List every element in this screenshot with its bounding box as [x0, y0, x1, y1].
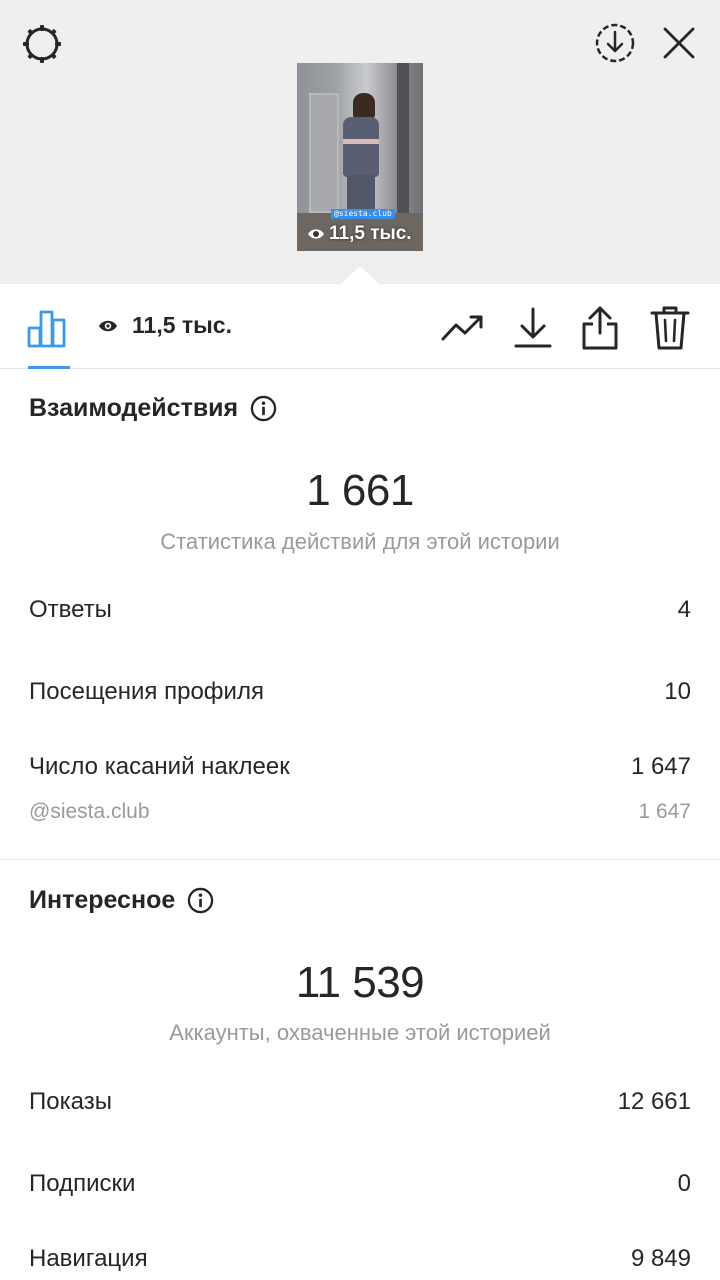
stat-value: 12 661	[617, 1088, 691, 1115]
interactions-title: Взаимодействия	[29, 394, 239, 422]
info-icon[interactable]	[250, 395, 277, 422]
interactions-header: Взаимодействия	[29, 394, 277, 423]
stat-row-navigation: Навигация 9 849	[29, 1245, 691, 1273]
stat-label: Посещения профиля	[29, 678, 264, 705]
thumbnail-view-text: 11,5 тыс.	[329, 223, 412, 244]
stat-label: Ответы	[29, 596, 112, 623]
story-preview-area: @siesta.club 11,5 тыс.	[0, 0, 720, 284]
views-text: 11,5 тыс.	[132, 312, 232, 338]
story-toolbar: 11,5 тыс.	[0, 284, 720, 369]
discovery-title: Интересное	[29, 886, 176, 914]
section-divider	[0, 859, 720, 860]
stat-value: 10	[664, 678, 691, 705]
eye-icon	[308, 229, 324, 239]
stat-row-replies: Ответы 4	[29, 596, 691, 624]
stat-subrow-sticker: @siesta.club 1 647	[29, 800, 691, 824]
discovery-header: Интересное	[29, 886, 214, 915]
stat-subvalue: 1 647	[638, 800, 691, 823]
close-icon[interactable]	[654, 18, 704, 68]
download-circle-icon[interactable]	[590, 18, 640, 68]
stat-label: Показы	[29, 1088, 112, 1115]
discovery-total: 11 539	[295, 958, 425, 1007]
discovery-caption: Аккаунты, охваченные этой историей	[169, 1020, 551, 1045]
share-icon[interactable]	[578, 306, 622, 350]
stat-value: 0	[677, 1170, 691, 1197]
info-icon[interactable]	[187, 887, 214, 914]
trending-icon[interactable]	[441, 306, 485, 350]
eye-icon	[99, 320, 117, 331]
stat-row-sticker-taps: Число касаний наклеек 1 647	[29, 753, 691, 781]
active-tab-indicator	[28, 366, 70, 369]
stat-value: 1 647	[630, 753, 691, 780]
bar-chart-icon[interactable]	[26, 306, 70, 348]
interactions-caption: Статистика действий для этой истории	[160, 529, 560, 554]
stat-label: Подписки	[29, 1170, 136, 1197]
stat-value: 9 849	[630, 1245, 691, 1272]
stat-label: Навигация	[29, 1245, 148, 1272]
views-count: 11,5 тыс.	[98, 312, 232, 339]
download-icon[interactable]	[511, 306, 555, 350]
gear-icon[interactable]	[16, 18, 68, 70]
interactions-total: 1 661	[306, 466, 414, 515]
stat-value: 4	[677, 596, 691, 623]
story-thumbnail[interactable]: @siesta.club 11,5 тыс.	[297, 63, 423, 251]
stat-row-follows: Подписки 0	[29, 1170, 691, 1198]
trash-icon[interactable]	[648, 306, 692, 350]
selection-caret	[340, 266, 380, 285]
sticker-tag: @siesta.club	[331, 209, 395, 219]
thumbnail-view-count: 11,5 тыс.	[307, 223, 412, 245]
stat-sublabel: @siesta.club	[29, 800, 150, 823]
stat-row-impressions: Показы 12 661	[29, 1088, 691, 1116]
stat-row-profile-visits: Посещения профиля 10	[29, 678, 691, 706]
stat-label: Число касаний наклеек	[29, 753, 290, 780]
